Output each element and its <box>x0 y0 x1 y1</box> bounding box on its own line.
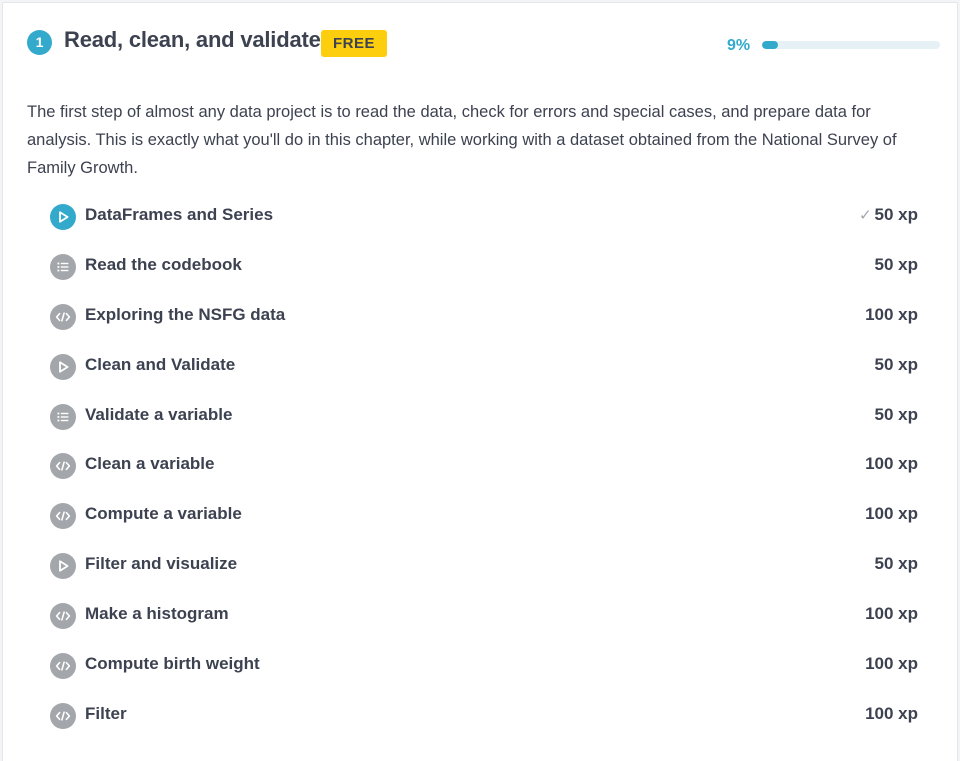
exercise-item[interactable]: DataFrames and Series ✓ 50 xp <box>47 192 920 242</box>
exercise-title[interactable]: Compute birth weight <box>85 654 260 674</box>
exercise-xp-value: 50 xp <box>874 205 918 224</box>
exercise-item[interactable]: Clean and Validate 50 xp <box>47 342 920 392</box>
exercise-title[interactable]: Clean a variable <box>85 454 214 474</box>
code-icon <box>50 453 76 480</box>
checkmark-icon: ✓ <box>858 207 872 224</box>
exercise-xp-value: 50 xp <box>874 354 918 374</box>
chapter-card: 1 Read, clean, and validate FREE 9% The … <box>2 2 958 761</box>
exercise-item[interactable]: Compute birth weight 100 xp <box>47 641 920 691</box>
exercise-xp-value: 100 xp <box>865 304 918 324</box>
exercise-title[interactable]: Clean and Validate <box>85 355 235 375</box>
exercise-xp: 50 xp <box>875 405 918 425</box>
exercise-title[interactable]: DataFrames and Series <box>85 205 273 225</box>
exercise-xp: 100 xp <box>865 654 918 674</box>
exercise-xp: 50 xp <box>875 355 918 375</box>
progress-bar-fill <box>762 41 779 49</box>
exercise-xp: 100 xp <box>865 604 918 624</box>
free-badge: FREE <box>321 30 388 57</box>
exercise-item[interactable]: Filter and visualize 50 xp <box>47 541 920 591</box>
video-play-icon <box>50 353 76 380</box>
chapter-number-badge: 1 <box>27 30 52 55</box>
exercise-xp-value: 100 xp <box>865 504 918 524</box>
code-icon <box>50 503 76 530</box>
chapter-description: The first step of almost any data projec… <box>27 102 897 177</box>
exercise-xp-value: 100 xp <box>865 703 918 723</box>
exercise-xp-value: 50 xp <box>874 404 918 424</box>
exercise-title[interactable]: Read the codebook <box>85 255 242 275</box>
exercise-xp-value: 100 xp <box>865 454 918 474</box>
exercise-xp: 100 xp <box>865 504 918 524</box>
video-play-icon <box>50 204 76 230</box>
exercise-xp: 100 xp <box>865 454 918 474</box>
code-icon <box>50 303 76 330</box>
video-play-icon <box>50 553 76 580</box>
exercise-item[interactable]: Make a histogram 100 xp <box>47 591 920 641</box>
exercise-xp: ✓ 50 xp <box>859 205 918 225</box>
exercise-xp: 100 xp <box>865 704 918 724</box>
exercise-xp-value: 100 xp <box>865 604 918 624</box>
exercise-title[interactable]: Validate a variable <box>85 405 232 425</box>
list-icon <box>50 253 76 280</box>
chapter-title[interactable]: Read, clean, and validate <box>64 27 321 53</box>
code-icon <box>50 702 76 729</box>
exercise-list: DataFrames and Series ✓ 50 xp Read the code… <box>47 192 920 741</box>
code-icon <box>50 653 76 680</box>
exercise-xp-value: 50 xp <box>874 554 918 574</box>
list-icon <box>50 403 76 430</box>
exercise-item[interactable]: Compute a variable 100 xp <box>47 491 920 541</box>
progress-percentage: 9% <box>727 37 751 54</box>
exercise-title[interactable]: Exploring the NSFG data <box>85 305 285 325</box>
exercise-xp: 50 xp <box>875 554 918 574</box>
progress-bar <box>762 41 940 49</box>
exercise-title[interactable]: Make a histogram <box>85 604 229 624</box>
exercise-title[interactable]: Filter and visualize <box>85 554 237 574</box>
exercise-item[interactable]: Clean a variable 100 xp <box>47 441 920 491</box>
exercise-xp-value: 50 xp <box>874 254 918 274</box>
exercise-item[interactable]: Filter 100 xp <box>47 691 920 741</box>
exercise-xp: 100 xp <box>865 305 918 325</box>
exercise-item[interactable]: Read the codebook 50 xp <box>47 242 920 292</box>
exercise-xp-value: 100 xp <box>865 654 918 674</box>
exercise-item[interactable]: Exploring the NSFG data 100 xp <box>47 292 920 342</box>
code-icon <box>50 603 76 630</box>
exercise-title[interactable]: Filter <box>85 704 127 724</box>
exercise-xp: 50 xp <box>875 255 918 275</box>
exercise-item[interactable]: Validate a variable 50 xp <box>47 392 920 442</box>
exercise-title[interactable]: Compute a variable <box>85 504 242 524</box>
chapter-header: 1 Read, clean, and validate FREE 9% <box>25 25 940 61</box>
